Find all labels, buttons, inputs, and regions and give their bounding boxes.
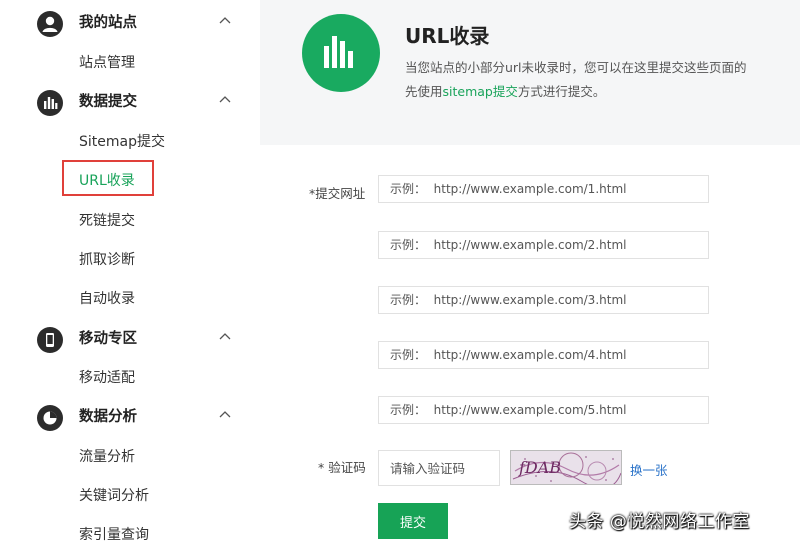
captcha-label: * 验证码 xyxy=(318,460,366,475)
refresh-captcha-link[interactable]: 换一张 xyxy=(630,460,668,479)
sidebar: 我的站点 站点管理 数据提交 Sitemap提交 URL收录 死链提交 抓取诊断… xyxy=(0,0,260,544)
sidebar-section-my-site[interactable]: 我的站点 xyxy=(0,8,260,38)
sitemap-link[interactable]: sitemap提交 xyxy=(443,84,518,99)
bar-chart-icon xyxy=(37,90,63,116)
pie-chart-icon xyxy=(37,405,63,431)
sidebar-section-mobile[interactable]: 移动专区 xyxy=(0,324,260,354)
page-title: URL收录 xyxy=(405,24,490,48)
sidebar-item-sitemap[interactable]: Sitemap提交 xyxy=(79,133,165,151)
url-input-4[interactable] xyxy=(378,341,709,369)
url-input-1[interactable] xyxy=(378,175,709,203)
chevron-up-icon[interactable] xyxy=(219,95,231,105)
sidebar-section-title: 数据提交 xyxy=(79,94,137,110)
sidebar-item-dead-link[interactable]: 死链提交 xyxy=(79,212,135,230)
chevron-up-icon[interactable] xyxy=(219,410,231,420)
url-input-3[interactable] xyxy=(378,286,709,314)
sidebar-item-site-management[interactable]: 站点管理 xyxy=(79,54,135,72)
sidebar-item-auto-submit[interactable]: 自动收录 xyxy=(79,290,135,308)
bar-chart-icon xyxy=(302,14,380,92)
url-input-5[interactable] xyxy=(378,396,709,424)
sidebar-item-index-query[interactable]: 索引量查询 xyxy=(79,526,149,544)
sidebar-item-crawl-diagnosis[interactable]: 抓取诊断 xyxy=(79,251,135,269)
mobile-icon xyxy=(37,327,63,353)
user-icon xyxy=(37,11,63,37)
url-label: *提交网址 xyxy=(309,186,366,201)
sidebar-item-url-submit[interactable]: URL收录 xyxy=(79,172,135,190)
sidebar-item-mobile-adapt[interactable]: 移动适配 xyxy=(79,369,135,387)
page-description: 当您站点的小部分url未收录时，您可以在这里提交这些页面的 xyxy=(405,60,747,75)
chevron-up-icon[interactable] xyxy=(219,332,231,342)
sidebar-section-data-submit[interactable]: 数据提交 xyxy=(0,87,260,117)
submit-button[interactable]: 提交 xyxy=(378,503,448,539)
captcha-text: fDAB xyxy=(518,458,561,477)
sidebar-item-keywords[interactable]: 关键词分析 xyxy=(79,487,149,505)
sidebar-section-data-analysis[interactable]: 数据分析 xyxy=(0,402,260,432)
captcha-image[interactable]: fDAB xyxy=(510,450,622,485)
sidebar-section-title: 移动专区 xyxy=(79,331,137,347)
url-input-2[interactable] xyxy=(378,231,709,259)
page-description-line2: 先使用sitemap提交方式进行提交。 xyxy=(405,84,605,100)
desc-text: 先使用 xyxy=(405,84,443,99)
desc-text: 方式进行提交。 xyxy=(517,84,606,99)
sidebar-section-title: 数据分析 xyxy=(79,409,137,425)
chevron-up-icon[interactable] xyxy=(219,16,231,26)
sidebar-section-title: 我的站点 xyxy=(79,15,137,31)
captcha-input[interactable] xyxy=(378,450,500,486)
watermark: 头条 @悦然网络工作室 xyxy=(569,512,750,532)
sidebar-item-traffic[interactable]: 流量分析 xyxy=(79,448,135,466)
